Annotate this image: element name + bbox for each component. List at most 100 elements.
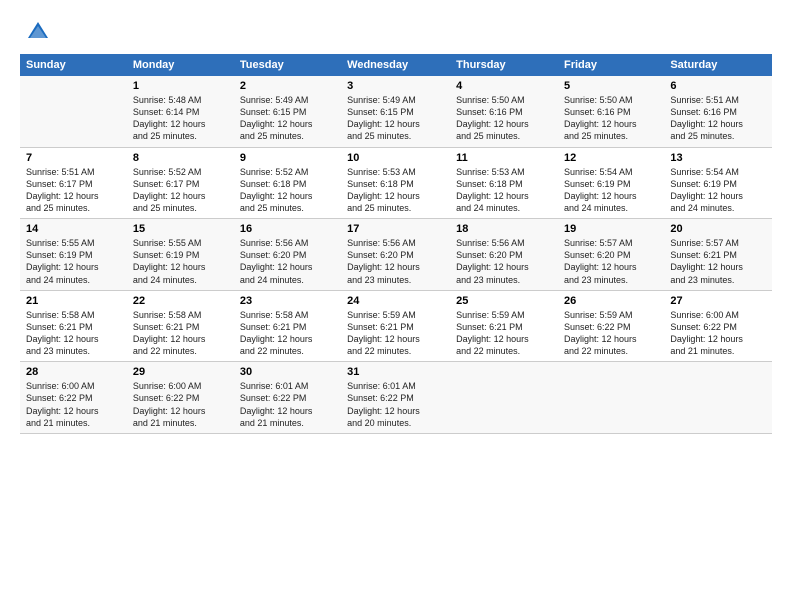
column-header-wednesday: Wednesday: [341, 54, 450, 76]
day-info: Sunrise: 5:53 AM Sunset: 6:18 PM Dayligh…: [347, 166, 444, 215]
day-info: Sunrise: 5:59 AM Sunset: 6:21 PM Dayligh…: [347, 309, 444, 358]
logo-icon: [24, 18, 52, 46]
day-info: Sunrise: 5:50 AM Sunset: 6:16 PM Dayligh…: [564, 94, 658, 143]
column-header-tuesday: Tuesday: [234, 54, 341, 76]
calendar-cell: [20, 76, 127, 147]
week-row-4: 21 Sunrise: 5:58 AM Sunset: 6:21 PM Dayli…: [20, 290, 772, 362]
column-header-monday: Monday: [127, 54, 234, 76]
day-info: Sunrise: 5:51 AM Sunset: 6:16 PM Dayligh…: [670, 94, 766, 143]
day-info: Sunrise: 5:58 AM Sunset: 6:21 PM Dayligh…: [240, 309, 335, 358]
day-number: 3: [347, 80, 444, 92]
day-number: 19: [564, 223, 658, 235]
day-number: 31: [347, 366, 444, 378]
calendar-cell: 21 Sunrise: 5:58 AM Sunset: 6:21 PM Dayli…: [20, 290, 127, 362]
column-header-saturday: Saturday: [664, 54, 772, 76]
calendar-cell: 27 Sunrise: 6:00 AM Sunset: 6:22 PM Dayli…: [664, 290, 772, 362]
calendar-cell: 8 Sunrise: 5:52 AM Sunset: 6:17 PM Daylig…: [127, 147, 234, 219]
day-info: Sunrise: 5:58 AM Sunset: 6:21 PM Dayligh…: [133, 309, 228, 358]
calendar-cell: 5 Sunrise: 5:50 AM Sunset: 6:16 PM Daylig…: [558, 76, 664, 147]
day-number: 6: [670, 80, 766, 92]
day-info: Sunrise: 5:53 AM Sunset: 6:18 PM Dayligh…: [456, 166, 552, 215]
calendar-cell: 31 Sunrise: 6:01 AM Sunset: 6:22 PM Dayli…: [341, 362, 450, 434]
calendar-cell: 10 Sunrise: 5:53 AM Sunset: 6:18 PM Dayli…: [341, 147, 450, 219]
week-row-5: 28Sunrise: 6:00 AM Sunset: 6:22 PM Dayli…: [20, 362, 772, 434]
calendar-cell: 20 Sunrise: 5:57 AM Sunset: 6:21 PM Dayli…: [664, 219, 772, 291]
day-number: 10: [347, 152, 444, 164]
day-number: 13: [670, 152, 766, 164]
calendar-cell: 9Sunrise: 5:52 AM Sunset: 6:18 PM Daylig…: [234, 147, 341, 219]
calendar-cell: 11 Sunrise: 5:53 AM Sunset: 6:18 PM Dayli…: [450, 147, 558, 219]
day-info: Sunrise: 5:48 AM Sunset: 6:14 PM Dayligh…: [133, 94, 228, 143]
day-info: Sunrise: 5:52 AM Sunset: 6:18 PM Dayligh…: [240, 166, 335, 215]
day-number: 17: [347, 223, 444, 235]
calendar-cell: 16 Sunrise: 5:56 AM Sunset: 6:20 PM Dayli…: [234, 219, 341, 291]
day-number: 15: [133, 223, 228, 235]
calendar-cell: 13 Sunrise: 5:54 AM Sunset: 6:19 PM Dayli…: [664, 147, 772, 219]
day-number: 5: [564, 80, 658, 92]
day-number: 27: [670, 295, 766, 307]
week-row-2: 7Sunrise: 5:51 AM Sunset: 6:17 PM Daylig…: [20, 147, 772, 219]
day-info: Sunrise: 5:52 AM Sunset: 6:17 PM Dayligh…: [133, 166, 228, 215]
header-row: SundayMondayTuesdayWednesdayThursdayFrid…: [20, 54, 772, 76]
calendar-table: SundayMondayTuesdayWednesdayThursdayFrid…: [20, 54, 772, 434]
calendar-cell: 19 Sunrise: 5:57 AM Sunset: 6:20 PM Dayli…: [558, 219, 664, 291]
day-info: Sunrise: 5:57 AM Sunset: 6:21 PM Dayligh…: [670, 237, 766, 286]
day-number: 18: [456, 223, 552, 235]
day-number: 2: [240, 80, 335, 92]
day-number: 25: [456, 295, 552, 307]
calendar-cell: 4 Sunrise: 5:50 AM Sunset: 6:16 PM Daylig…: [450, 76, 558, 147]
day-number: 8: [133, 152, 228, 164]
calendar-cell: 1 Sunrise: 5:48 AM Sunset: 6:14 PM Daylig…: [127, 76, 234, 147]
logo: [20, 18, 52, 46]
day-number: 29: [133, 366, 228, 378]
calendar-cell: [664, 362, 772, 434]
column-header-sunday: Sunday: [20, 54, 127, 76]
column-header-thursday: Thursday: [450, 54, 558, 76]
day-number: 28: [26, 366, 121, 378]
calendar-cell: [450, 362, 558, 434]
calendar-cell: 18Sunrise: 5:56 AM Sunset: 6:20 PM Dayli…: [450, 219, 558, 291]
day-info: Sunrise: 5:54 AM Sunset: 6:19 PM Dayligh…: [670, 166, 766, 215]
day-info: Sunrise: 5:57 AM Sunset: 6:20 PM Dayligh…: [564, 237, 658, 286]
day-number: 1: [133, 80, 228, 92]
day-info: Sunrise: 5:54 AM Sunset: 6:19 PM Dayligh…: [564, 166, 658, 215]
day-number: 22: [133, 295, 228, 307]
calendar-cell: [558, 362, 664, 434]
day-number: 11: [456, 152, 552, 164]
calendar-cell: 3 Sunrise: 5:49 AM Sunset: 6:15 PM Daylig…: [341, 76, 450, 147]
calendar-cell: 7Sunrise: 5:51 AM Sunset: 6:17 PM Daylig…: [20, 147, 127, 219]
calendar-cell: 28Sunrise: 6:00 AM Sunset: 6:22 PM Dayli…: [20, 362, 127, 434]
day-number: 21: [26, 295, 121, 307]
calendar-cell: 12 Sunrise: 5:54 AM Sunset: 6:19 PM Dayli…: [558, 147, 664, 219]
calendar-cell: 2 Sunrise: 5:49 AM Sunset: 6:15 PM Daylig…: [234, 76, 341, 147]
day-number: 14: [26, 223, 121, 235]
day-info: Sunrise: 5:55 AM Sunset: 6:19 PM Dayligh…: [26, 237, 121, 286]
calendar-cell: 6 Sunrise: 5:51 AM Sunset: 6:16 PM Daylig…: [664, 76, 772, 147]
column-header-friday: Friday: [558, 54, 664, 76]
calendar-cell: 26Sunrise: 5:59 AM Sunset: 6:22 PM Dayli…: [558, 290, 664, 362]
calendar-cell: 24 Sunrise: 5:59 AM Sunset: 6:21 PM Dayli…: [341, 290, 450, 362]
day-number: 4: [456, 80, 552, 92]
calendar-cell: 25Sunrise: 5:59 AM Sunset: 6:21 PM Dayli…: [450, 290, 558, 362]
calendar-cell: 17 Sunrise: 5:56 AM Sunset: 6:20 PM Dayli…: [341, 219, 450, 291]
header: [20, 18, 772, 46]
week-row-1: 1 Sunrise: 5:48 AM Sunset: 6:14 PM Daylig…: [20, 76, 772, 147]
day-number: 20: [670, 223, 766, 235]
day-number: 12: [564, 152, 658, 164]
calendar-cell: 29Sunrise: 6:00 AM Sunset: 6:22 PM Dayli…: [127, 362, 234, 434]
day-number: 16: [240, 223, 335, 235]
calendar-cell: 14 Sunrise: 5:55 AM Sunset: 6:19 PM Dayli…: [20, 219, 127, 291]
day-info: Sunrise: 6:01 AM Sunset: 6:22 PM Dayligh…: [240, 380, 335, 429]
day-info: Sunrise: 5:56 AM Sunset: 6:20 PM Dayligh…: [347, 237, 444, 286]
day-info: Sunrise: 5:56 AM Sunset: 6:20 PM Dayligh…: [240, 237, 335, 286]
day-info: Sunrise: 6:00 AM Sunset: 6:22 PM Dayligh…: [670, 309, 766, 358]
day-info: Sunrise: 5:49 AM Sunset: 6:15 PM Dayligh…: [347, 94, 444, 143]
day-info: Sunrise: 5:50 AM Sunset: 6:16 PM Dayligh…: [456, 94, 552, 143]
day-number: 24: [347, 295, 444, 307]
day-number: 26: [564, 295, 658, 307]
day-info: Sunrise: 5:58 AM Sunset: 6:21 PM Dayligh…: [26, 309, 121, 358]
day-number: 23: [240, 295, 335, 307]
day-info: Sunrise: 6:01 AM Sunset: 6:22 PM Dayligh…: [347, 380, 444, 429]
day-info: Sunrise: 5:49 AM Sunset: 6:15 PM Dayligh…: [240, 94, 335, 143]
day-info: Sunrise: 5:51 AM Sunset: 6:17 PM Dayligh…: [26, 166, 121, 215]
